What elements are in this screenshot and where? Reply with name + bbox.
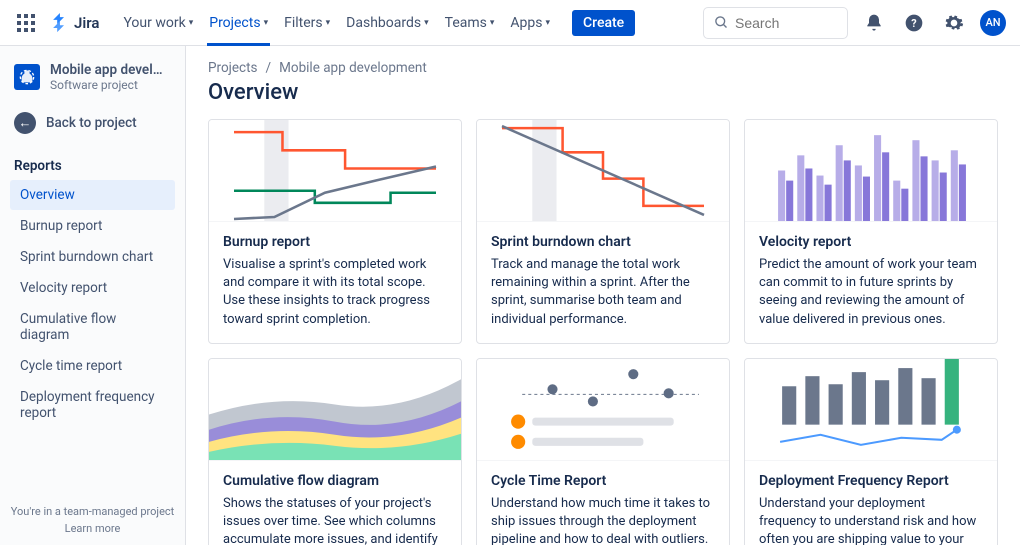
nav-item-label: Dashboards: [346, 15, 421, 31]
back-to-project-link[interactable]: ← Back to project: [10, 104, 175, 142]
page-title: Overview: [208, 80, 998, 105]
footer-line-1: You're in a team-managed project: [10, 505, 175, 518]
project-avatar-icon: [14, 64, 40, 90]
card-title: Burnup report: [223, 234, 447, 250]
chevron-down-icon: ▾: [326, 18, 331, 28]
notifications-icon[interactable]: [860, 9, 888, 37]
create-button[interactable]: Create: [572, 10, 635, 36]
nav-item-apps[interactable]: Apps▾: [502, 0, 558, 46]
nav-item-label: Apps: [510, 15, 542, 31]
breadcrumb: Projects / Mobile app development: [208, 60, 998, 76]
card-title: Sprint burndown chart: [491, 234, 715, 250]
project-header[interactable]: Mobile app developm... Software project: [10, 62, 175, 104]
card-title: Deployment Frequency Report: [759, 473, 983, 489]
nav-item-label: Your work: [123, 15, 185, 31]
nav-item-your-work[interactable]: Your work ▾: [115, 0, 201, 46]
report-card-deployment-frequency-report[interactable]: Deployment Frequency Report Understand yo…: [744, 358, 998, 545]
card-description: Understand your deployment frequency to …: [759, 495, 983, 545]
back-arrow-icon: ←: [14, 112, 36, 134]
help-icon[interactable]: ?: [900, 9, 928, 37]
search-field[interactable]: [735, 15, 837, 31]
card-description: Visualise a sprint's completed work and …: [223, 256, 447, 329]
card-description: Track and manage the total work remainin…: [491, 256, 715, 329]
sidebar-item-sprint-burndown-chart[interactable]: Sprint burndown chart: [10, 242, 175, 272]
report-card-cumulative-flow-diagram[interactable]: Cumulative flow diagram Shows the statuse…: [208, 358, 462, 545]
card-description: Predict the amount of work your team can…: [759, 256, 983, 329]
card-title: Cycle Time Report: [491, 473, 715, 489]
sidebar: Mobile app developm... Software project …: [0, 46, 186, 545]
card-description: Shows the statuses of your project's iss…: [223, 495, 447, 545]
breadcrumb-projects[interactable]: Projects: [208, 60, 258, 76]
svg-text:?: ?: [911, 17, 916, 30]
nav-item-dashboards[interactable]: Dashboards▾: [338, 0, 436, 46]
breadcrumb-separator: /: [266, 60, 272, 76]
report-card-burnup-report[interactable]: Burnup report Visualise a sprint's comple…: [208, 119, 462, 344]
chevron-down-icon: ▾: [264, 18, 269, 28]
nav-item-projects[interactable]: Projects ▾: [201, 0, 276, 46]
report-card-velocity-report[interactable]: Velocity report Predict the amount of wor…: [744, 119, 998, 344]
project-type: Software project: [50, 78, 170, 92]
chevron-down-icon: ▾: [545, 18, 550, 28]
card-description: Understand how much time it takes to shi…: [491, 495, 715, 545]
report-thumbnail: [209, 120, 461, 222]
sidebar-item-deployment-frequency-report[interactable]: Deployment frequency report: [10, 382, 175, 428]
report-thumbnail: [209, 359, 461, 461]
sidebar-item-velocity-report[interactable]: Velocity report: [10, 273, 175, 303]
jira-logo[interactable]: Jira: [50, 13, 99, 33]
nav-item-label: Projects: [209, 15, 260, 31]
back-label: Back to project: [46, 115, 137, 131]
jira-logo-icon: [50, 13, 70, 33]
chevron-down-icon: ▾: [490, 18, 495, 28]
settings-icon[interactable]: [940, 9, 968, 37]
report-thumbnail: [745, 359, 997, 461]
project-name: Mobile app developm...: [50, 62, 170, 78]
nav-item-teams[interactable]: Teams▾: [437, 0, 503, 46]
nav-item-label: Teams: [445, 15, 487, 31]
sidebar-item-cycle-time-report[interactable]: Cycle time report: [10, 351, 175, 381]
search-icon: [714, 15, 729, 30]
breadcrumb-current[interactable]: Mobile app development: [279, 60, 427, 76]
sidebar-footer: You're in a team-managed project Learn m…: [10, 497, 175, 545]
nav-item-filters[interactable]: Filters▾: [276, 0, 338, 46]
sidebar-item-burnup-report[interactable]: Burnup report: [10, 211, 175, 241]
top-nav: Jira Your work▾Projects▾Filters▾Dashboar…: [0, 0, 1020, 46]
report-card-sprint-burndown-chart[interactable]: Sprint burndown chart Track and manage th…: [476, 119, 730, 344]
chevron-down-icon: ▾: [424, 18, 429, 28]
sidebar-item-cumulative-flow-diagram[interactable]: Cumulative flow diagram: [10, 304, 175, 350]
sidebar-item-overview[interactable]: Overview: [10, 180, 175, 210]
card-title: Velocity report: [759, 234, 983, 250]
avatar[interactable]: AN: [980, 10, 1006, 36]
report-thumbnail: [745, 120, 997, 222]
card-title: Cumulative flow diagram: [223, 473, 447, 489]
app-switcher-icon[interactable]: [14, 11, 38, 35]
report-thumbnail: [477, 359, 729, 461]
chevron-down-icon: ▾: [189, 18, 194, 28]
learn-more-link[interactable]: Learn more: [10, 522, 175, 535]
report-thumbnail: [477, 120, 729, 222]
main-content: Projects / Mobile app development Overvi…: [186, 46, 1020, 545]
search-input[interactable]: [703, 7, 848, 39]
report-card-cycle-time-report[interactable]: Cycle Time Report Understand how much tim…: [476, 358, 730, 545]
jira-logo-text: Jira: [74, 14, 99, 32]
nav-item-label: Filters: [284, 15, 323, 31]
sidebar-heading: Reports: [10, 150, 175, 180]
